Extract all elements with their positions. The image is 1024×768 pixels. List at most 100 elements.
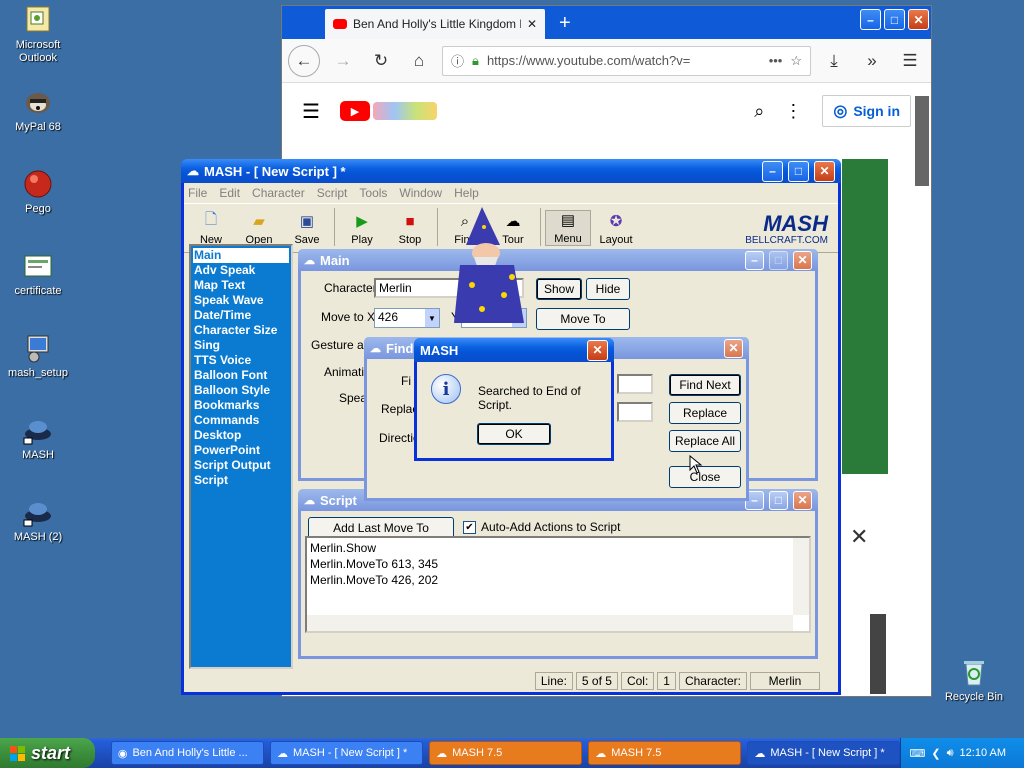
sidebar-item-balloon-style[interactable]: Balloon Style bbox=[193, 383, 289, 398]
sidebar-item-main[interactable]: Main bbox=[193, 248, 289, 263]
replace-all-button[interactable]: Replace All bbox=[669, 430, 741, 452]
guide-menu-icon[interactable]: ☰ bbox=[302, 99, 320, 124]
desktop-icon-certificate[interactable]: certificate bbox=[2, 250, 74, 298]
maximize-button[interactable]: □ bbox=[769, 250, 788, 270]
maximize-button[interactable]: □ bbox=[788, 160, 809, 182]
minimize-button[interactable]: – bbox=[762, 160, 783, 182]
keyboard-icon[interactable]: ⌨ bbox=[909, 747, 925, 760]
close-button[interactable]: ✕ bbox=[814, 160, 835, 182]
replace-field[interactable] bbox=[617, 402, 653, 422]
hide-button[interactable]: Hide bbox=[586, 278, 630, 300]
menu-help[interactable]: Help bbox=[454, 186, 479, 200]
close-button[interactable]: ✕ bbox=[587, 339, 608, 361]
menu-window[interactable]: Window bbox=[399, 186, 442, 200]
home-button[interactable]: ⌂ bbox=[404, 46, 434, 76]
sign-in-button[interactable]: ◎ Sign in bbox=[822, 95, 911, 127]
menu-file[interactable]: File bbox=[188, 186, 207, 200]
tray-expand-icon[interactable]: ❮ bbox=[931, 747, 940, 760]
taskbar-item-browser[interactable]: ◉ Ben And Holly's Little ... bbox=[110, 741, 264, 765]
save-button[interactable]: ▣ Save bbox=[284, 212, 330, 246]
move-to-button[interactable]: Move To bbox=[536, 308, 630, 330]
back-button[interactable]: ← bbox=[288, 44, 320, 77]
layout-button[interactable]: ✪ Layout bbox=[593, 212, 639, 246]
menu-tools[interactable]: Tools bbox=[359, 186, 387, 200]
menu-button[interactable]: ▤ Menu bbox=[545, 210, 591, 246]
close-overlay-icon[interactable]: ✕ bbox=[850, 524, 868, 550]
new-tab-button[interactable]: + bbox=[559, 12, 571, 35]
minimize-button[interactable]: – bbox=[745, 250, 764, 270]
find-field[interactable] bbox=[617, 374, 653, 394]
x-combo[interactable]: 426 ▼ bbox=[374, 308, 440, 328]
download-icon[interactable]: ⤓ bbox=[819, 46, 849, 76]
sidebar-item-sing[interactable]: Sing bbox=[193, 338, 289, 353]
info-icon[interactable]: ⓘ bbox=[451, 51, 464, 70]
desktop-icon-mypal[interactable]: MyPal 68 bbox=[2, 86, 74, 134]
hamburger-menu-icon[interactable]: ☰ bbox=[895, 46, 925, 76]
open-button[interactable]: ▰ Open bbox=[236, 212, 282, 246]
find-next-button[interactable]: Find Next bbox=[669, 374, 741, 396]
maximize-button[interactable]: □ bbox=[769, 490, 788, 510]
stop-button[interactable]: ■ Stop bbox=[387, 212, 433, 247]
sidebar-item-script-output[interactable]: Script Output bbox=[193, 458, 289, 473]
more-vert-icon[interactable]: ⋮ bbox=[784, 101, 802, 122]
page-actions-icon[interactable]: ••• bbox=[769, 53, 783, 68]
sidebar-item-script[interactable]: Script bbox=[193, 473, 289, 488]
replace-button[interactable]: Replace bbox=[669, 402, 741, 424]
sidebar-item-map-text[interactable]: Map Text bbox=[193, 278, 289, 293]
script-editor[interactable]: Merlin.Show Merlin.MoveTo 613, 345 Merli… bbox=[305, 536, 811, 633]
desktop-icon-mash[interactable]: MASH bbox=[2, 414, 74, 462]
ok-button[interactable]: OK bbox=[477, 423, 551, 445]
close-button[interactable]: ✕ bbox=[793, 490, 812, 510]
sidebar-item-date-time[interactable]: Date/Time bbox=[193, 308, 289, 323]
merlin-character[interactable] bbox=[452, 205, 528, 327]
taskbar-item-mash-script-2[interactable]: ☁︎ MASH - [ New Script ] * bbox=[747, 741, 901, 765]
horizontal-scrollbar[interactable] bbox=[307, 615, 793, 631]
sidebar-item-balloon-font[interactable]: Balloon Font bbox=[193, 368, 289, 383]
desktop-icon-outlook[interactable]: Microsoft Outlook bbox=[2, 4, 74, 65]
start-button[interactable]: start bbox=[0, 738, 95, 768]
maximize-button[interactable]: □ bbox=[884, 9, 905, 30]
overflow-chevron-icon[interactable]: » bbox=[857, 46, 887, 76]
taskbar-item-mash-75-b[interactable]: ☁︎ MASH 7.5 bbox=[588, 741, 742, 765]
taskbar-item-mash-script[interactable]: ☁︎ MASH - [ New Script ] * bbox=[269, 741, 424, 765]
desktop-icon-mash-setup[interactable]: mash_setup bbox=[2, 332, 74, 380]
sidebar-item-character-size[interactable]: Character Size bbox=[193, 323, 289, 338]
video-area[interactable] bbox=[842, 159, 888, 474]
auto-add-checkbox[interactable]: ✔ bbox=[463, 521, 476, 534]
minimize-button[interactable]: – bbox=[860, 9, 881, 30]
show-button[interactable]: Show bbox=[536, 278, 582, 300]
volume-icon[interactable]: 🔊︎ bbox=[947, 747, 954, 760]
youtube-kids-logo[interactable]: ▶ bbox=[339, 101, 437, 121]
forward-button[interactable]: → bbox=[328, 46, 358, 76]
close-button[interactable]: ✕ bbox=[793, 250, 812, 270]
sidebar-item-bookmarks[interactable]: Bookmarks bbox=[193, 398, 289, 413]
bookmark-star-icon[interactable]: ☆ bbox=[790, 53, 802, 69]
browser-tab[interactable]: Ben And Holly's Little Kingdom Holl ✕ bbox=[325, 9, 545, 39]
close-button[interactable]: ✕ bbox=[724, 338, 743, 358]
find-close-button[interactable]: Close bbox=[669, 466, 741, 488]
sidebar-item-tts-voice[interactable]: TTS Voice bbox=[193, 353, 289, 368]
close-button[interactable]: ✕ bbox=[908, 9, 929, 30]
sidebar-item-speak-wave[interactable]: Speak Wave bbox=[193, 293, 289, 308]
menu-character[interactable]: Character bbox=[252, 186, 305, 200]
search-icon[interactable]: ⌕ bbox=[754, 101, 764, 122]
menu-script[interactable]: Script bbox=[317, 186, 348, 200]
sidebar-item-powerpoint[interactable]: PowerPoint bbox=[193, 443, 289, 458]
clock[interactable]: 12:10 AM bbox=[960, 747, 1006, 759]
play-button[interactable]: ▶ Play bbox=[339, 212, 385, 246]
desktop-icon-mash-2[interactable]: MASH (2) bbox=[2, 496, 74, 544]
tab-close-icon[interactable]: ✕ bbox=[527, 17, 537, 31]
url-bar[interactable]: ⓘ 🔒︎ https://www.youtube.com/watch?v= ••… bbox=[442, 45, 811, 76]
desktop-icon-recycle-bin[interactable]: Recycle Bin bbox=[938, 656, 1010, 704]
desktop-icon-pego[interactable]: Pego bbox=[2, 168, 74, 216]
taskbar-item-mash-75-a[interactable]: ☁︎ MASH 7.5 bbox=[429, 741, 583, 765]
vertical-scrollbar[interactable] bbox=[793, 538, 809, 615]
browser-scrollbar[interactable] bbox=[915, 96, 929, 186]
sidebar-item-adv-speak[interactable]: Adv Speak bbox=[193, 263, 289, 278]
sidebar-item-commands[interactable]: Commands bbox=[193, 413, 289, 428]
sidebar-item-desktop[interactable]: Desktop bbox=[193, 428, 289, 443]
reload-button[interactable]: ↻ bbox=[366, 46, 396, 76]
new-button[interactable]: 🗋︎ New bbox=[188, 211, 234, 247]
chevron-down-icon[interactable]: ▼ bbox=[425, 309, 439, 327]
menu-edit[interactable]: Edit bbox=[219, 186, 240, 200]
